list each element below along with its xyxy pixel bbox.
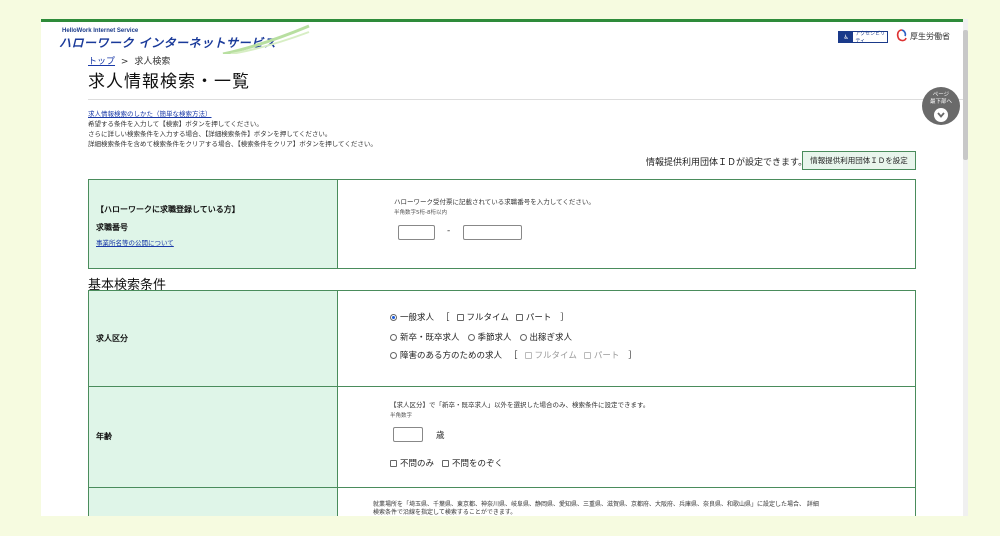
disabled-parttime-checkbox[interactable] [583,351,591,359]
disabled-parttime-option[interactable]: パート [583,349,620,361]
job-seeker-number-body: ハローワーク受付票に記載されている求職番号を入力してください。 半角数字5桁-8… [337,180,915,268]
age-unit: 歳 [436,431,445,441]
bracket-open: ［ [441,313,450,323]
work-location-header [89,488,337,516]
ministry-mark-icon [896,29,907,42]
age-row: 年齢 任意 【求人区分】で「新卒・既卒求人」以外を選択した場合のみ、検索条件に設… [88,386,916,487]
scroll-to-bottom-button[interactable]: ページ 最下部へ [922,87,960,125]
newgrad-job-label: 新卒・既卒求人 [400,333,460,343]
general-parttime-checkbox[interactable] [515,313,523,321]
job-type-header: 求人区分 [89,291,337,386]
instruction-note-3: 詳細検索条件を含めて検索条件をクリアする場合、【検索条件をクリア】ボタンを押して… [88,140,377,148]
general-job-radio[interactable] [390,313,397,321]
set-provider-id-button[interactable]: 情報提供利用団体ＩＤを設定 [802,151,916,170]
registered-seeker-heading: 【ハローワークに求職登録している方】 [96,205,240,214]
bracket-open-2: ［ [509,351,518,361]
bracket-close: ］ [560,313,569,323]
job-seeker-number-header: 【ハローワークに求職登録している方】 求職番号 事業所名等の公開について [89,180,337,268]
instruction-note-1: 希望する条件を入力して【検索】ボタンを押してください。 [88,120,263,128]
page: HelloWork Internet Service ハローワーク インターネッ… [41,19,963,516]
work-location-row: 就業場所を「埼玉県、千葉県、東京都、神奈川県、岐阜県、静岡県、愛知県、三重県、滋… [88,487,916,516]
page-title: 求人情報検索・一覧 [88,72,250,92]
age-body: 【求人区分】で「新卒・既卒求人」以外を選択した場合のみ、検索条件に設定できます。… [337,387,915,487]
ministry-name: 厚生労働省 [910,31,950,41]
instruction-note-2: さらに詳しい検索条件を入力する場合、【詳細検索条件】ボタンを押してください。 [88,130,332,138]
scroll-to-bottom-label-1: ページ [932,92,950,98]
provider-id-text: 情報提供利用団体ＩＤが設定できます。 [646,158,808,168]
job-type-label: 求人区分 [96,334,128,343]
migrant-job-radio[interactable] [519,333,527,341]
bracket-close-2: ］ [628,351,637,361]
job-seeker-number-instruction: ハローワーク受付票に記載されている求職番号を入力してください。 [394,198,595,206]
job-seeker-number-field-1[interactable] [398,225,435,240]
breadcrumb-top-link[interactable]: トップ [88,57,115,67]
job-seeker-number-row: 【ハローワークに求職登録している方】 求職番号 事業所名等の公開について 任意 … [88,179,916,269]
company-disclosure-link[interactable]: 事業所名等の公開について [96,237,174,247]
disabled-fulltime-checkbox[interactable] [524,351,532,359]
disabled-parttime-label: パート [593,351,620,361]
job-seeker-number-label: 求職番号 [96,223,128,232]
breadcrumb-current: 求人検索 [134,57,171,67]
scroll-to-bottom-label-2: 最下部へ [929,99,952,105]
general-fulltime-label: フルタイム [466,313,509,323]
title-divider [88,99,963,100]
logo-swoosh-icon [222,24,310,54]
scrollbar-thumb[interactable] [963,30,968,160]
top-accent-bar [41,19,963,22]
disabled-job-radio[interactable] [390,351,397,359]
exclude-any-age-label: 不問をのぞく [452,459,504,469]
newgrad-job-option[interactable]: 新卒・既卒求人 季節求人 出稼ぎ求人 [390,331,572,343]
general-job-label: 一般求人 [400,313,435,323]
general-job-option[interactable]: 一般求人 ［ フルタイム パート ］ [390,311,569,323]
seasonal-job-label: 季節求人 [477,333,512,343]
disabled-fulltime-label: フルタイム [534,351,577,361]
chevron-down-icon [934,108,948,122]
age-field[interactable] [393,427,423,442]
age-instruction: 【求人区分】で「新卒・既卒求人」以外を選択した場合のみ、検索条件に設定できます。 [390,401,650,409]
howto-link[interactable]: 求人情報検索のしかた（簡単な検索方法） [88,108,212,118]
job-seeker-number-field-2[interactable] [463,225,522,240]
newgrad-job-radio[interactable] [390,333,397,341]
job-seeker-number-hint: 半角数字5桁-8桁以内 [394,210,447,216]
breadcrumb: トップ > 求人検索 [88,54,170,67]
any-age-only-checkbox[interactable] [390,459,397,467]
ministry-logo[interactable]: 厚生労働省 [896,29,950,43]
job-seeker-number-dash: - [447,226,451,236]
seasonal-job-radio[interactable] [467,333,475,341]
disabled-job-option[interactable]: 障害のある方のための求人 ［ フルタイム パート ］ [390,349,637,361]
age-header: 年齢 [89,387,337,487]
age-label: 年齢 [96,432,112,441]
migrant-job-label: 出稼ぎ求人 [529,333,573,343]
exclude-any-age-checkbox[interactable] [442,459,450,467]
disabled-fulltime-option[interactable]: フルタイム [524,349,577,361]
age-hint: 半角数字 [390,413,413,419]
accessibility-icon: ♿ [839,32,854,42]
general-parttime-label: パート [525,313,552,323]
general-fulltime-checkbox[interactable] [456,313,464,321]
work-location-note-2: 検索条件で沿線を指定して検索することができます。 [373,509,517,516]
breadcrumb-separator: > [120,57,129,67]
age-filter-options: 不問のみ 不問をのぞく [390,457,503,469]
job-type-row: 求人区分 必須 一般求人 ［ フルタイム パート ］ 新卒・既卒求人 季節求人 … [88,290,916,386]
job-type-body: 一般求人 ［ フルタイム パート ］ 新卒・既卒求人 季節求人 出稼ぎ求人 障害… [337,291,915,386]
any-age-only-label: 不問のみ [400,459,435,469]
accessibility-badge-text: アクセシビリティ [855,31,886,44]
work-location-body: 就業場所を「埼玉県、千葉県、東京都、神奈川県、岐阜県、静岡県、愛知県、三重県、滋… [337,488,915,516]
disabled-job-label: 障害のある方のための求人 [400,351,503,361]
accessibility-badge[interactable]: ♿ アクセシビリティ [838,31,888,44]
